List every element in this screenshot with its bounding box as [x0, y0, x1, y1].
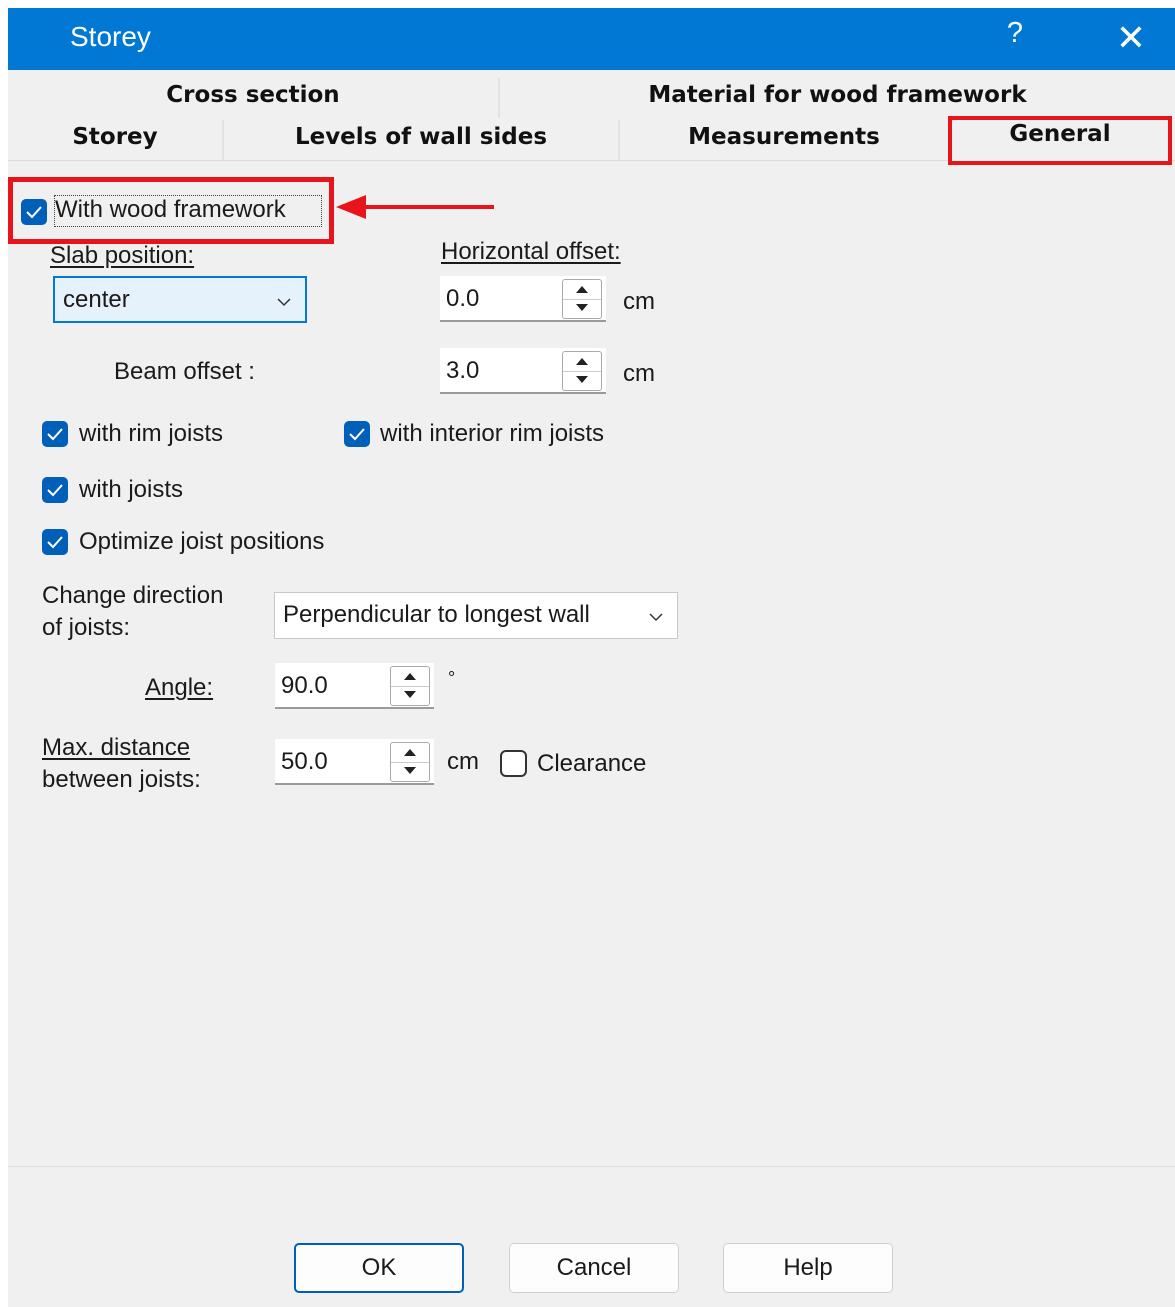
spin-buttons	[390, 666, 430, 706]
slab-position-value: center	[63, 286, 130, 313]
arrow-down-icon	[576, 376, 588, 383]
spin-down-button[interactable]	[391, 686, 429, 705]
arrow-up-icon	[404, 673, 416, 680]
horizontal-offset-spinbox[interactable]: 0.0	[440, 276, 606, 322]
spin-down-button[interactable]	[391, 762, 429, 781]
beam-offset-spinbox[interactable]: 3.0	[440, 348, 606, 394]
ok-button[interactable]: OK	[294, 1243, 464, 1293]
spin-up-button[interactable]	[563, 280, 601, 300]
optimize-joist-positions-label[interactable]: Optimize joist positions	[79, 528, 324, 556]
horizontal-offset-value: 0.0	[446, 285, 480, 312]
max-distance-spinbox[interactable]: 50.0	[275, 739, 434, 785]
tab-general[interactable]: General	[952, 121, 1168, 147]
change-direction-label-line1: Change direction	[42, 582, 224, 609]
spin-up-button[interactable]	[563, 352, 601, 372]
arrow-down-icon	[576, 304, 588, 311]
beam-offset-value: 3.0	[446, 357, 480, 384]
optimize-joist-positions-checkbox[interactable]	[42, 529, 68, 555]
with-joists-label[interactable]: with joists	[79, 476, 183, 504]
chevron-down-icon	[277, 298, 291, 307]
slab-position-select[interactable]: center	[53, 276, 307, 323]
clearance-checkbox[interactable]	[500, 750, 527, 777]
chevron-down-icon	[649, 613, 663, 622]
with-joists-checkbox[interactable]	[42, 477, 68, 503]
help-title-button[interactable]: ?	[1000, 17, 1030, 57]
angle-spinbox[interactable]: 90.0	[275, 663, 434, 709]
max-distance-label-line1: Max. distance	[42, 734, 191, 761]
change-direction-value: Perpendicular to longest wall	[283, 601, 590, 628]
spin-down-button[interactable]	[563, 371, 601, 390]
help-button[interactable]: Help	[723, 1243, 893, 1293]
window-title: Storey	[70, 21, 151, 52]
with-wood-framework-label[interactable]: With wood framework	[55, 196, 286, 224]
annotation-arrow-line	[364, 205, 494, 209]
with-rim-joists-checkbox[interactable]	[42, 421, 68, 447]
arrow-down-icon	[404, 691, 416, 698]
angle-value: 90.0	[281, 672, 328, 699]
annotation-arrow-head	[336, 195, 366, 219]
with-interior-rim-joists-checkbox[interactable]	[344, 421, 370, 447]
cancel-button[interactable]: Cancel	[509, 1243, 679, 1293]
arrow-down-icon	[404, 767, 416, 774]
change-direction-select[interactable]: Perpendicular to longest wall	[274, 592, 678, 639]
horizontal-offset-label: Horizontal offset:	[441, 238, 621, 265]
with-interior-rim-joists-label[interactable]: with interior rim joists	[380, 420, 604, 448]
storey-dialog: Storey ? ✕ Cross section Material for wo…	[8, 8, 1175, 1307]
angle-unit: °	[448, 668, 456, 688]
with-wood-framework-checkbox[interactable]	[21, 199, 47, 225]
tab-cross-section[interactable]: Cross section	[8, 82, 498, 108]
clearance-label[interactable]: Clearance	[537, 750, 646, 778]
slab-position-label: Slab position:	[50, 242, 195, 269]
tab-levels-of-wall-sides[interactable]: Levels of wall sides	[224, 124, 618, 150]
tab-material-wood-framework[interactable]: Material for wood framework	[500, 82, 1175, 108]
beam-offset-label: Beam offset :	[114, 358, 255, 385]
close-button[interactable]: ✕	[1111, 16, 1151, 60]
spin-up-button[interactable]	[391, 743, 429, 763]
tab-measurements[interactable]: Measurements	[620, 124, 948, 150]
with-rim-joists-label[interactable]: with rim joists	[79, 420, 223, 448]
spin-buttons	[562, 279, 602, 319]
arrow-up-icon	[576, 286, 588, 293]
max-distance-value: 50.0	[281, 748, 328, 775]
max-distance-label-line2: between joists:	[42, 766, 201, 793]
spin-buttons	[562, 351, 602, 391]
arrow-up-icon	[576, 358, 588, 365]
spin-up-button[interactable]	[391, 667, 429, 687]
horizontal-offset-unit: cm	[623, 288, 655, 315]
tab-storey[interactable]: Storey	[8, 124, 222, 150]
angle-label: Angle:	[145, 674, 214, 701]
spin-buttons	[390, 742, 430, 782]
beam-offset-unit: cm	[623, 360, 655, 387]
spin-down-button[interactable]	[563, 299, 601, 318]
footer-divider	[8, 1166, 1175, 1167]
max-distance-unit: cm	[447, 748, 479, 775]
change-direction-label-line2: of joists:	[42, 614, 131, 641]
arrow-up-icon	[404, 749, 416, 756]
title-bar: Storey ? ✕	[8, 8, 1175, 70]
